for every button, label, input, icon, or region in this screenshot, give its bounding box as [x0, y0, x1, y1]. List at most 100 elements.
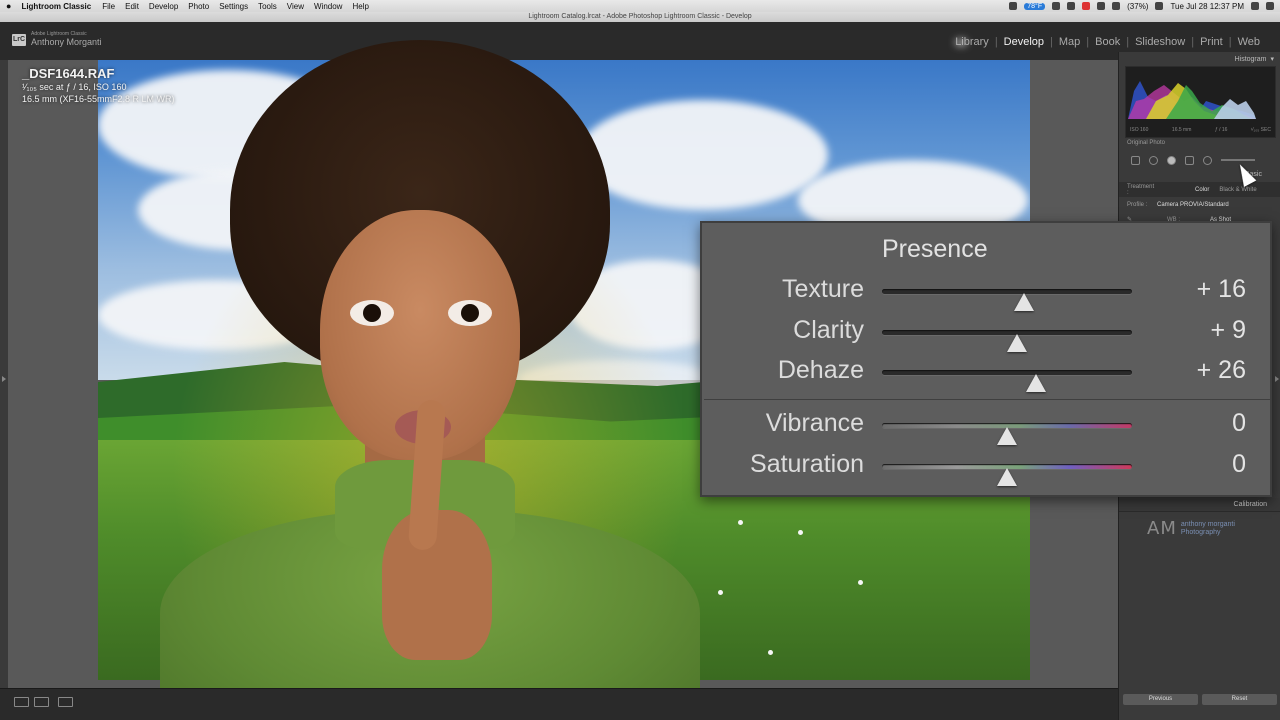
tray-app-icon[interactable] [1009, 2, 1018, 10]
histogram-header[interactable]: Histogram ▾ [1119, 52, 1280, 66]
menu-settings[interactable]: Settings [219, 2, 248, 11]
bluetooth-icon[interactable] [1052, 2, 1061, 10]
slider-value-dehaze[interactable]: + 26 [1197, 356, 1246, 385]
slider-label-texture: Texture [782, 275, 864, 303]
app-menu[interactable]: Lightroom Classic [21, 2, 91, 11]
histogram-title: Histogram [1234, 55, 1267, 63]
notification-center-icon[interactable] [1266, 2, 1274, 10]
slider-thumb-vibrance[interactable] [997, 427, 1017, 445]
before-after-icon[interactable] [34, 697, 49, 707]
loupe-view-icon[interactable] [14, 697, 29, 707]
tool-strip [1119, 152, 1280, 168]
bottom-toolbar [0, 688, 1118, 720]
left-eye [350, 300, 394, 326]
histogram-graph [1128, 81, 1256, 119]
slider-label-saturation: Saturation [750, 450, 864, 478]
signature-sub: Photography [1180, 528, 1221, 536]
slider-thumb-saturation[interactable] [997, 468, 1017, 486]
menu-window[interactable]: Window [314, 2, 342, 11]
radial-filter-icon[interactable] [1203, 155, 1212, 165]
lightroom-window: ● Lightroom Classic File Edit Develop Ph… [0, 0, 1280, 720]
slider-label-vibrance: Vibrance [765, 409, 864, 437]
flower [858, 580, 863, 585]
window-title: Lightroom Catalog.lrcat - Adobe Photosho… [0, 12, 1280, 22]
slider-track-saturation[interactable] [882, 464, 1132, 486]
macos-menu-bar: ● Lightroom Classic File Edit Develop Ph… [0, 0, 1280, 12]
module-book[interactable]: Book [1089, 36, 1126, 48]
module-web[interactable]: Web [1232, 36, 1266, 48]
compare-view-icon[interactable] [58, 697, 73, 707]
slider-row-saturation: Saturation 0 [702, 450, 1274, 486]
calibration-header[interactable]: Calibration [1119, 498, 1280, 512]
module-develop[interactable]: Develop [998, 36, 1050, 48]
slider-track-vibrance[interactable] [882, 423, 1132, 445]
dropbox-icon[interactable] [1067, 2, 1076, 10]
slider-thumb-texture[interactable] [1014, 293, 1034, 311]
presence-panel-callout: Presence Texture + 16 Clarity + 9 Dehaze + 26… [700, 221, 1272, 497]
original-photo-toggle[interactable]: Original Photo [1119, 138, 1280, 148]
status-tray: 78°F (37%) Tue Jul 28 12:37 PM [1009, 2, 1274, 11]
wifi-icon[interactable] [1155, 2, 1164, 10]
record-icon[interactable] [1082, 2, 1091, 10]
brush-slider[interactable] [1221, 159, 1255, 161]
reset-button[interactable]: Reset [1202, 694, 1277, 705]
menu-help[interactable]: Help [352, 2, 368, 11]
slider-value-saturation[interactable]: 0 [1232, 450, 1246, 479]
treatment-bw[interactable]: Black & White [1219, 187, 1256, 193]
right-panel-toggle[interactable] [1274, 60, 1280, 688]
left-panel-toggle[interactable] [0, 60, 8, 688]
left-arrow-icon [2, 376, 6, 382]
signature-initials: AM [1147, 518, 1177, 539]
woman-subject [150, 40, 710, 720]
menu-tools[interactable]: Tools [258, 2, 277, 11]
presence-divider [704, 399, 1270, 400]
module-print[interactable]: Print [1194, 36, 1229, 48]
cloud-sync-icon[interactable] [955, 38, 968, 46]
right-eye [448, 300, 492, 326]
module-map[interactable]: Map [1053, 36, 1086, 48]
slider-thumb-clarity[interactable] [1006, 334, 1027, 352]
slider-track-clarity[interactable] [882, 330, 1132, 352]
histogram[interactable]: ISO 160 16.5 mm ƒ / 16 ¹⁄₁₀₅ SEC [1125, 66, 1276, 138]
menu-file[interactable]: File [102, 2, 115, 11]
treatment-row: Treatment : Color Black & White [1119, 182, 1280, 197]
spot-removal-icon[interactable] [1149, 155, 1158, 165]
signature-plate: AM anthony morganti Photography [1147, 518, 1235, 539]
lrc-logo-icon: LrC [12, 34, 26, 46]
slider-thumb-dehaze[interactable] [1026, 374, 1046, 392]
weather-badge[interactable]: 78°F [1024, 2, 1046, 10]
menu-develop[interactable]: Develop [149, 2, 178, 11]
slider-label-clarity: Clarity [793, 316, 864, 344]
slider-value-clarity[interactable]: + 9 [1211, 316, 1246, 345]
meta-aperture: ƒ / 16 [1214, 127, 1228, 133]
module-slideshow[interactable]: Slideshow [1129, 36, 1191, 48]
treatment-color[interactable]: Color [1195, 187, 1209, 193]
slider-track-texture[interactable] [882, 289, 1132, 311]
signature-name: anthony morganti [1180, 520, 1235, 528]
profile-row: Profile : Camera PROVIA/Standard [1119, 197, 1280, 212]
panel-buttons: Previous Reset [1123, 694, 1277, 705]
graduated-filter-icon[interactable] [1185, 155, 1194, 165]
clock[interactable]: Tue Jul 28 12:37 PM [1170, 2, 1244, 11]
menu-edit[interactable]: Edit [125, 2, 139, 11]
battery-icon[interactable] [1112, 2, 1121, 10]
signature-names: anthony morganti Photography [1181, 521, 1235, 537]
slider-track-dehaze[interactable] [882, 370, 1132, 392]
apple-menu-icon[interactable]: ● [6, 1, 11, 11]
previous-button[interactable]: Previous [1123, 694, 1198, 705]
slider-value-texture[interactable]: + 16 [1197, 275, 1246, 304]
treatment-label: Treatment : [1127, 183, 1155, 196]
meta-shutter: ¹⁄₁₀₅ SEC [1251, 127, 1271, 133]
profile-label: Profile : [1127, 201, 1148, 208]
histogram-meta: ISO 160 16.5 mm ƒ / 16 ¹⁄₁₀₅ SEC [1130, 127, 1271, 133]
slider-value-vibrance[interactable]: 0 [1232, 409, 1246, 438]
crop-tool-icon[interactable] [1131, 155, 1140, 165]
profile-select[interactable]: Camera PROVIA/Standard [1157, 202, 1229, 208]
menu-view[interactable]: View [287, 2, 304, 11]
red-eye-icon[interactable] [1167, 155, 1176, 165]
presence-title: Presence [882, 235, 988, 263]
menu-photo[interactable]: Photo [188, 2, 209, 11]
cloud-icon[interactable] [1097, 2, 1106, 10]
meta-focal: 16.5 mm [1171, 127, 1192, 133]
spotlight-icon[interactable] [1251, 2, 1259, 10]
